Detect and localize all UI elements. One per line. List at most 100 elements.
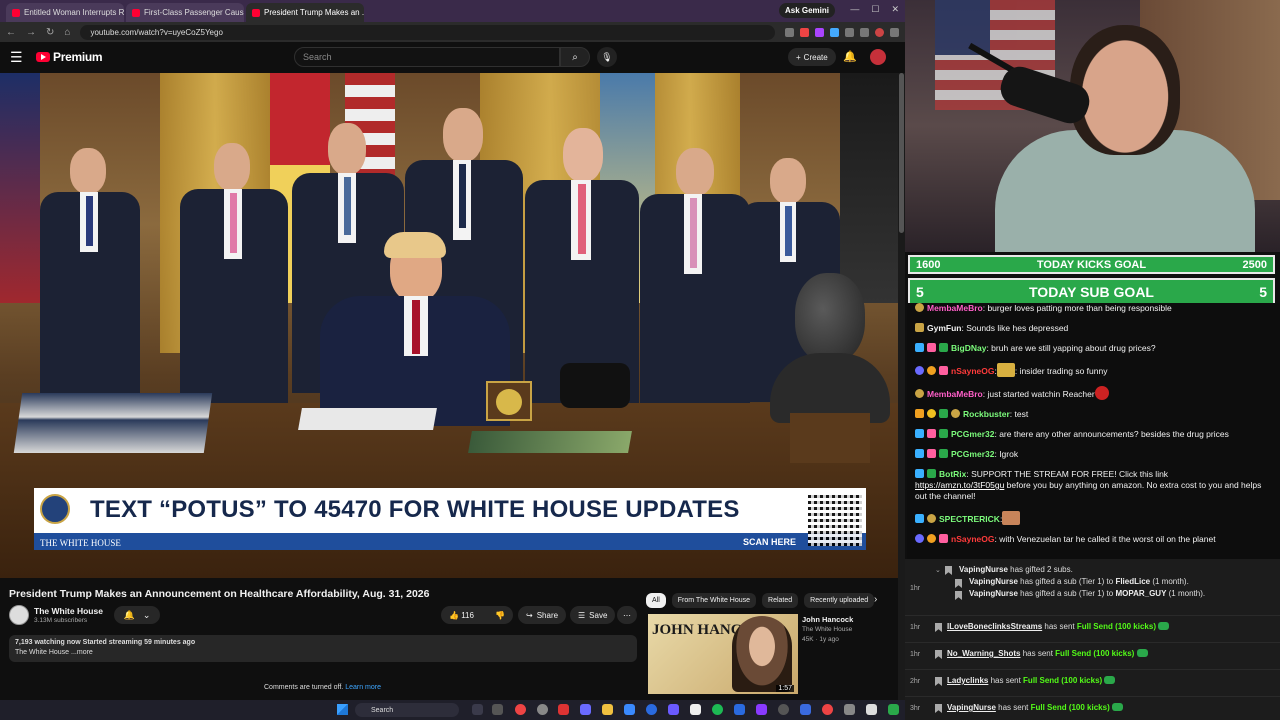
sub-goal-bar: 5 TODAY SUB GOAL 5	[908, 278, 1275, 306]
chat-username[interactable]: MembaMeBro	[927, 303, 983, 313]
related-video-title[interactable]: John Hancock	[802, 615, 853, 624]
app-icon[interactable]	[558, 704, 569, 715]
app-icon[interactable]	[537, 704, 548, 715]
more-menu-icon[interactable]	[890, 27, 899, 37]
app-icon[interactable]	[756, 704, 767, 715]
event-text: has sent	[1042, 622, 1077, 631]
channel-avatar[interactable]	[9, 605, 29, 625]
edge-icon[interactable]	[646, 704, 657, 715]
search-button[interactable]: ⌕	[560, 47, 590, 67]
chat-username[interactable]: MembaMeBro	[927, 389, 983, 399]
app-icon[interactable]	[844, 704, 855, 715]
reload-icon[interactable]: ↻	[46, 27, 54, 38]
chat-username[interactable]: PCGmer32	[951, 429, 994, 439]
scrollbar-thumb[interactable]	[899, 73, 904, 233]
app-icon[interactable]	[624, 704, 635, 715]
app-icon[interactable]	[888, 704, 899, 715]
chat-username[interactable]: nSayneOG	[951, 534, 994, 544]
ask-gemini-button[interactable]: Ask Gemini	[778, 3, 835, 18]
extension-icon[interactable]	[800, 27, 809, 37]
windows-start-icon[interactable]	[337, 704, 348, 715]
address-bar-row: ← → ↻ ⌂ youtube.com/watch?v=uyeCoZ5Yego	[0, 22, 905, 42]
search-input[interactable]: Search	[294, 47, 560, 67]
event-username[interactable]: No_Warning_Shots	[947, 649, 1020, 658]
account-avatar[interactable]	[870, 49, 886, 65]
maximize-icon[interactable]: ☐	[871, 4, 879, 15]
description-box[interactable]: 7,193 watching now Started streaming 59 …	[9, 635, 637, 662]
event-username[interactable]: ILoveBoneclinksStreams	[947, 622, 1042, 631]
url-field[interactable]: youtube.com/watch?v=uyeCoZ5Yego	[80, 24, 775, 40]
event-recipient[interactable]: FliedLice	[1115, 577, 1150, 586]
more-actions-button[interactable]: ⋯	[617, 606, 637, 624]
chat-username[interactable]: BotRix	[939, 469, 966, 479]
app-icon[interactable]	[800, 704, 811, 715]
close-window-icon[interactable]: ✕	[891, 4, 899, 15]
chip-all[interactable]: All	[646, 593, 666, 608]
event-username[interactable]: VapingNurse	[969, 577, 1018, 586]
hamburger-menu-icon[interactable]: ☰	[10, 49, 28, 66]
chat-username[interactable]: SPECTRERICK	[939, 514, 1000, 524]
extension-icon[interactable]	[815, 27, 824, 37]
taskbar-search[interactable]: Search	[355, 703, 459, 717]
chat-link[interactable]: https://amzn.to/3tF05gu	[915, 480, 1004, 490]
browser-tab-3[interactable]: President Trump Makes an ...✕	[246, 3, 364, 22]
event-username[interactable]: VapingNurse	[969, 589, 1018, 598]
page-scrollbar[interactable]	[898, 73, 905, 700]
like-button[interactable]: 👍 116	[449, 611, 474, 620]
minimize-icon[interactable]: —	[850, 4, 859, 15]
notifications-bell-icon[interactable]: 🔔	[843, 50, 857, 63]
app-icon[interactable]	[668, 704, 679, 715]
chat-text: : are there any other announcements? bes…	[994, 429, 1229, 439]
browser-tab-1[interactable]: Entitled Woman Interrupts Rai...✕	[6, 3, 124, 22]
home-icon[interactable]: ⌂	[64, 27, 70, 38]
chat-username[interactable]: GymFun	[927, 323, 961, 333]
forward-icon[interactable]: →	[26, 27, 36, 38]
chip-from-channel[interactable]: From The White House	[671, 593, 757, 608]
create-button[interactable]: + Create	[788, 48, 836, 66]
back-icon[interactable]: ←	[6, 27, 16, 38]
chevron-right-icon[interactable]: ›	[874, 594, 877, 605]
app-icon[interactable]	[778, 704, 789, 715]
chat-username[interactable]: PCGmer32	[951, 449, 994, 459]
browser-tab-2[interactable]: First-Class Passenger Causes a...✕	[126, 3, 244, 22]
event-username[interactable]: Ladyclinks	[947, 676, 988, 685]
related-video-channel[interactable]: The White House	[802, 626, 852, 633]
chat-text: : insider trading so funny	[1014, 366, 1108, 376]
spotify-icon[interactable]	[712, 704, 723, 715]
app-icon[interactable]	[492, 704, 503, 715]
file-explorer-icon[interactable]	[602, 704, 613, 715]
youtube-logo[interactable]: Premium	[36, 50, 103, 64]
app-icon[interactable]	[690, 704, 701, 715]
subscribed-notifications-button[interactable]: 🔔 ⌄	[114, 606, 160, 624]
task-view-icon[interactable]	[472, 704, 483, 715]
extension-icon[interactable]	[830, 27, 839, 37]
chat-username[interactable]: nSayneOG	[951, 366, 994, 376]
gift-icon	[945, 566, 952, 575]
extension-icon[interactable]	[860, 27, 869, 37]
chrome-icon[interactable]	[515, 704, 526, 715]
channel-name[interactable]: The White House	[34, 606, 103, 616]
voice-search-button[interactable]: 🎙	[597, 47, 617, 67]
chat-username[interactable]: Rockbuster	[963, 409, 1010, 419]
app-icon[interactable]	[866, 704, 877, 715]
extension-icon[interactable]	[845, 27, 854, 37]
collapse-chevron-icon[interactable]: ⌄	[935, 566, 941, 574]
extension-icon[interactable]	[785, 27, 794, 37]
chip-related[interactable]: Related	[762, 593, 799, 608]
app-icon[interactable]	[580, 704, 591, 715]
share-button[interactable]: ↪ Share	[518, 606, 567, 624]
profile-avatar-icon[interactable]	[875, 27, 884, 37]
learn-more-link[interactable]: Learn more	[345, 684, 381, 691]
kick-emote-icon	[1111, 703, 1123, 711]
event-username[interactable]: VapingNurse	[947, 703, 996, 712]
video-player[interactable]: TEXT “POTUS” TO 45470 FOR WHITE HOUSE UP…	[0, 73, 898, 578]
app-icon[interactable]	[734, 704, 745, 715]
chip-recently-uploaded[interactable]: Recently uploaded	[804, 593, 875, 608]
chat-username[interactable]: BigDNay	[951, 343, 986, 353]
save-button[interactable]: ☰ Save	[570, 606, 616, 624]
app-icon[interactable]	[822, 704, 833, 715]
event-username[interactable]: VapingNurse	[959, 565, 1008, 574]
event-recipient[interactable]: MOPAR_GUY	[1115, 589, 1166, 598]
dislike-button[interactable]: 👎	[495, 611, 505, 620]
related-video-thumbnail[interactable]: JOHN HANCOCK 1:57	[648, 614, 798, 694]
